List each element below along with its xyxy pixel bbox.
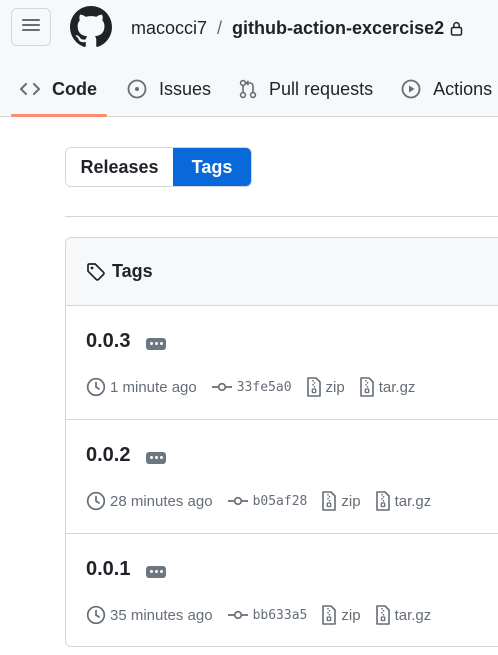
main-content: Releases Tags Tags 0.0.3 1 minute ago 33… [0,117,498,655]
file-zip-icon [321,605,337,625]
clock-icon [86,377,106,397]
clock-icon [86,491,106,511]
file-zip-icon [321,491,337,511]
tag-time: 1 minute ago [110,378,197,396]
breadcrumb-separator: / [217,18,223,38]
github-logo-icon[interactable] [70,6,112,48]
file-zip-icon [306,377,322,397]
tag-name-link[interactable]: 0.0.3 [86,330,130,353]
git-pull-request-icon [239,79,257,99]
tags-box-title: Tags [112,261,153,281]
repo-nav-tabs: Code Issues Pull requests Actions [0,62,498,117]
targz-download-link[interactable]: tar.gz [379,379,416,396]
issue-opened-icon [127,79,147,99]
commit-sha-link[interactable]: b05af28 [253,494,308,509]
tab-label: Code [52,78,97,99]
zip-download-link[interactable]: zip [326,379,345,396]
tags-box: Tags 0.0.3 1 minute ago 33fe5a0 zip tar.… [65,237,498,647]
tag-name-link[interactable]: 0.0.2 [86,444,130,467]
tab-pull-requests[interactable]: Pull requests [229,62,383,116]
menu-button[interactable] [11,8,51,46]
tag-icon [86,262,106,282]
tags-box-header: Tags [66,238,498,306]
tag-row: 0.0.3 1 minute ago 33fe5a0 zip tar.gz [66,306,498,420]
app-header: macocci7 / github-action-excercise2 Code… [0,0,498,117]
tab-code[interactable]: Code [0,62,107,117]
targz-download-link[interactable]: tar.gz [395,493,432,510]
tab-actions[interactable]: Actions [391,62,498,116]
tag-meta: 35 minutes ago bb633a5 zip tar.gz [86,605,445,625]
zip-download-link[interactable]: zip [341,607,360,624]
ellipsis-button[interactable] [146,337,167,350]
tab-label: Issues [159,78,212,99]
commit-sha-link[interactable]: 33fe5a0 [237,380,292,395]
lock-icon [450,21,463,36]
git-commit-icon [227,608,249,622]
tag-name-link[interactable]: 0.0.1 [86,558,130,581]
tag-meta: 1 minute ago 33fe5a0 zip tar.gz [86,377,429,397]
file-zip-icon [375,605,391,625]
tag-time: 35 minutes ago [110,606,213,624]
play-icon [401,79,421,99]
targz-download-link[interactable]: tar.gz [395,607,432,624]
tab-issues[interactable]: Issues [117,62,221,116]
file-zip-icon [359,377,375,397]
zip-download-link[interactable]: zip [341,493,360,510]
divider [65,216,498,217]
tags-button[interactable]: Tags [173,148,251,186]
tab-label: Pull requests [269,78,374,99]
ellipsis-button[interactable] [146,451,167,464]
clock-icon [86,605,106,625]
releases-button[interactable]: Releases [66,148,173,186]
git-commit-icon [227,494,249,508]
commit-sha-link[interactable]: bb633a5 [253,608,308,623]
tag-time: 28 minutes ago [110,492,213,510]
tab-label: Actions [433,78,493,99]
hamburger-icon [22,18,40,37]
releases-tags-toggle: Releases Tags [65,147,252,187]
breadcrumb: macocci7 / github-action-excercise2 [131,17,463,39]
tag-meta: 28 minutes ago b05af28 zip tar.gz [86,491,445,511]
git-commit-icon [211,380,233,394]
tag-row: 0.0.1 35 minutes ago bb633a5 zip tar.gz [66,534,498,646]
code-icon [20,81,40,97]
repo-owner-link[interactable]: macocci7 [131,17,207,39]
ellipsis-button[interactable] [146,565,167,578]
tag-row: 0.0.2 28 minutes ago b05af28 zip tar.gz [66,420,498,534]
file-zip-icon [375,491,391,511]
repo-name-link[interactable]: github-action-excercise2 [232,17,444,39]
